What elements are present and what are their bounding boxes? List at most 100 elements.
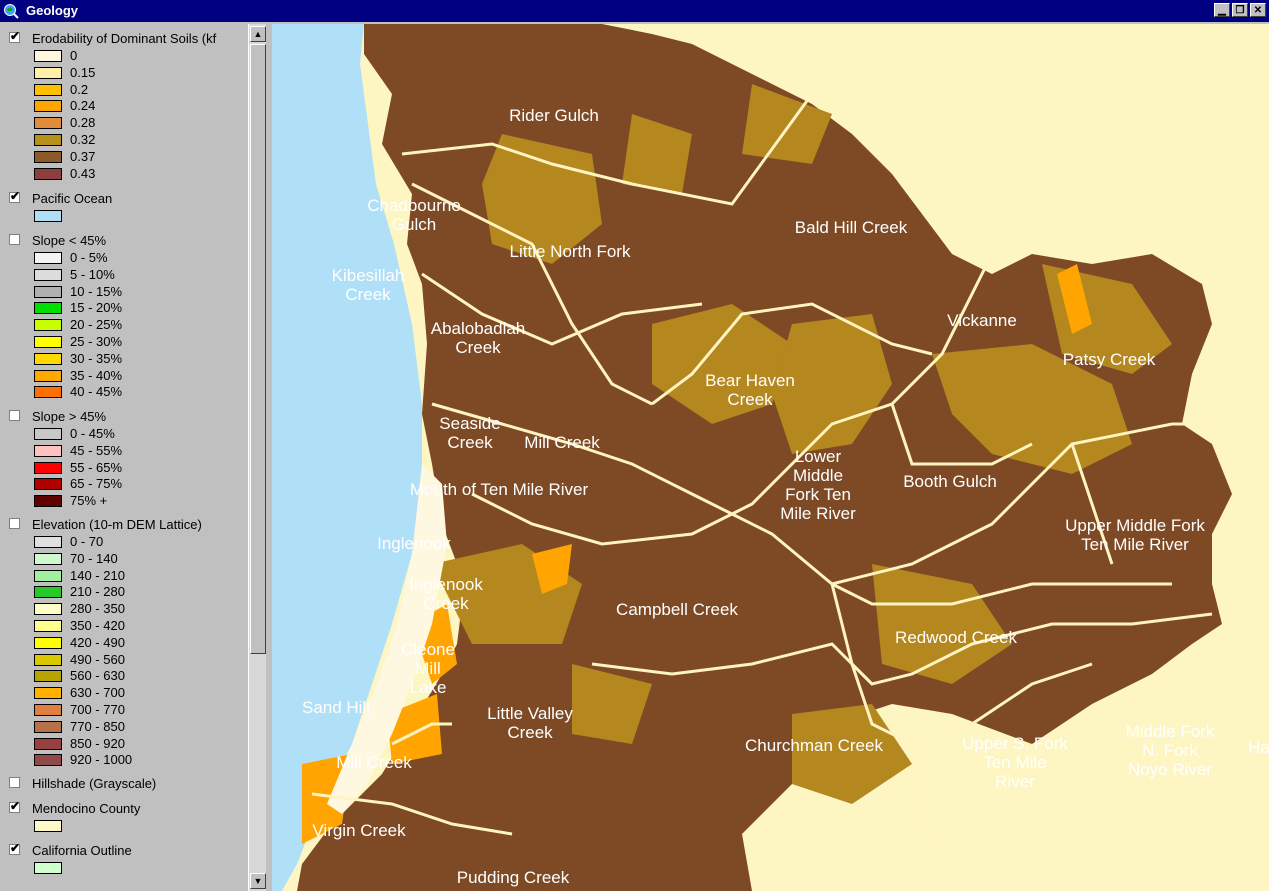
legend-swatch — [34, 495, 62, 508]
legend-entry-label: 0 — [70, 48, 78, 63]
legend-entry-label: 850 - 920 — [70, 735, 125, 751]
layer-visibility-checkbox[interactable] — [9, 844, 20, 855]
map-canvas — [272, 24, 1232, 891]
legend-swatch — [34, 536, 62, 548]
restore-button[interactable]: ❐ — [1232, 3, 1248, 17]
map-label: Patsy Creek — [1062, 350, 1156, 369]
legend-swatch — [34, 66, 62, 79]
close-icon: ✕ — [1253, 5, 1263, 16]
layer-name: Slope > 45% — [32, 409, 107, 424]
title-bar: Geology ▁ ❐ ✕ — [0, 0, 1269, 22]
map-label: Bear Haven Creek — [705, 371, 795, 409]
legend-swatch — [34, 862, 62, 874]
scroll-thumb[interactable] — [250, 44, 266, 654]
map-label: Mill Creek — [336, 753, 412, 772]
map-label: Cleone Mill Lake — [401, 640, 455, 697]
legend-swatch — [34, 754, 62, 767]
layer-visibility-checkbox[interactable] — [9, 32, 20, 43]
map-view[interactable]: Rider Gulch Chadbourne Gulch Bald Hill Cre… — [272, 24, 1269, 891]
legend-swatch — [34, 552, 62, 565]
legend-swatch — [34, 268, 62, 281]
legend-entry-label: 15 - 20% — [70, 300, 123, 316]
layer-visibility-checkbox[interactable] — [9, 802, 20, 813]
legend-swatch — [34, 50, 62, 62]
legend-entry-label: 0.28 — [70, 115, 96, 131]
legend-swatch — [34, 478, 62, 491]
legend-entry-label: 0 - 45% — [70, 426, 115, 441]
legend-entry-label: 630 - 700 — [70, 685, 125, 701]
legend-entry-label: 45 - 55% — [70, 442, 123, 458]
legend-entry-label: 0.37 — [70, 148, 96, 164]
legend-entry-label: 70 - 140 — [70, 550, 118, 566]
legend-entry-label: 0.24 — [70, 98, 96, 114]
layer-name: Erodability of Dominant Soils (kf — [32, 31, 217, 46]
legend-swatch — [34, 653, 62, 666]
layer-visibility-checkbox[interactable] — [9, 234, 20, 245]
legend-entry-label: 920 - 1000 — [70, 752, 133, 768]
window-title: Geology — [26, 3, 79, 18]
legend-entry-label: 75% + — [70, 493, 108, 509]
layer-name: California Outline — [32, 843, 132, 858]
map-label: Sand Hill — [301, 698, 371, 717]
legend-swatch — [34, 100, 62, 113]
arrow-up-icon: ▲ — [253, 29, 263, 39]
legend-swatch — [34, 83, 62, 96]
layer-visibility-checkbox[interactable] — [9, 192, 20, 203]
legend-swatch — [34, 134, 62, 146]
legend-swatch — [34, 444, 62, 457]
layer-name: Slope < 45% — [32, 233, 107, 248]
layer-visibility-checkbox[interactable] — [9, 518, 20, 529]
legend-swatch — [34, 302, 62, 315]
legend-entry-label: 700 - 770 — [70, 702, 125, 717]
layer-name: Pacific Ocean — [32, 191, 113, 206]
map-label: Chadbourne Gulch — [367, 196, 461, 234]
legend-swatch — [34, 386, 62, 399]
map-label: Little Valley Creek — [487, 704, 573, 742]
legend-swatch — [34, 285, 62, 298]
legend-swatch — [34, 670, 62, 683]
legend-entry-label: 40 - 45% — [70, 384, 123, 400]
legend-entry-label: 420 - 490 — [70, 634, 125, 650]
legend-swatch — [34, 636, 62, 649]
layer-visibility-checkbox[interactable] — [9, 410, 20, 421]
legend-entry-label: 20 - 25% — [70, 317, 123, 333]
layer-visibility-checkbox[interactable] — [9, 777, 20, 788]
legend-entry-label: 30 - 35% — [70, 350, 123, 366]
map-label: Abalobadiah Creek — [430, 319, 526, 357]
minimize-icon: ▁ — [1218, 5, 1226, 16]
legend-swatch — [34, 737, 62, 750]
legend-entry-label: 350 - 420 — [70, 618, 125, 633]
map-label: Virgin Creek — [312, 821, 406, 840]
arrow-down-icon: ▼ — [253, 876, 263, 886]
legend-swatch — [34, 428, 62, 440]
legend-entry-label: 0.32 — [70, 132, 96, 147]
map-label: Upper Middle Fork Ten Mile River — [1065, 516, 1205, 554]
legend-swatch — [34, 569, 62, 582]
map-label: Booth Gulch — [903, 472, 997, 491]
map-label: Redwood Creek — [895, 628, 1017, 647]
map-label: Upper S. Fork Ten Mile River — [962, 734, 1068, 791]
map-label: Kibesillah Creek — [331, 266, 405, 304]
map-label: Campbell Creek — [616, 600, 738, 619]
scroll-down-button[interactable]: ▼ — [250, 873, 266, 889]
legend-entry-label: 140 - 210 — [70, 567, 125, 583]
legend-swatch — [34, 820, 62, 832]
legend-swatch — [34, 603, 62, 616]
legend-entry-label: 770 - 850 — [70, 718, 125, 734]
legend-swatch — [34, 319, 62, 332]
legend-swatch — [34, 687, 62, 700]
restore-icon: ❐ — [1235, 5, 1245, 16]
legend-panel: Erodability of Dominant Soils (kf00.150.… — [0, 24, 248, 891]
legend-swatch — [34, 720, 62, 733]
legend-swatch — [34, 620, 62, 632]
legend-scrollbar[interactable]: ▲ ▼ — [248, 24, 266, 891]
legend-entry-label: 280 - 350 — [70, 601, 125, 617]
legend-swatch — [34, 704, 62, 716]
layer-name: Hillshade (Grayscale) — [32, 776, 157, 791]
globe-icon — [4, 4, 19, 19]
minimize-button[interactable]: ▁ — [1214, 3, 1230, 17]
scroll-up-button[interactable]: ▲ — [250, 26, 266, 42]
legend-swatch — [34, 461, 62, 474]
map-label: Middle Fork N. Fork Noyo River — [1125, 722, 1215, 779]
close-button[interactable]: ✕ — [1250, 3, 1266, 17]
